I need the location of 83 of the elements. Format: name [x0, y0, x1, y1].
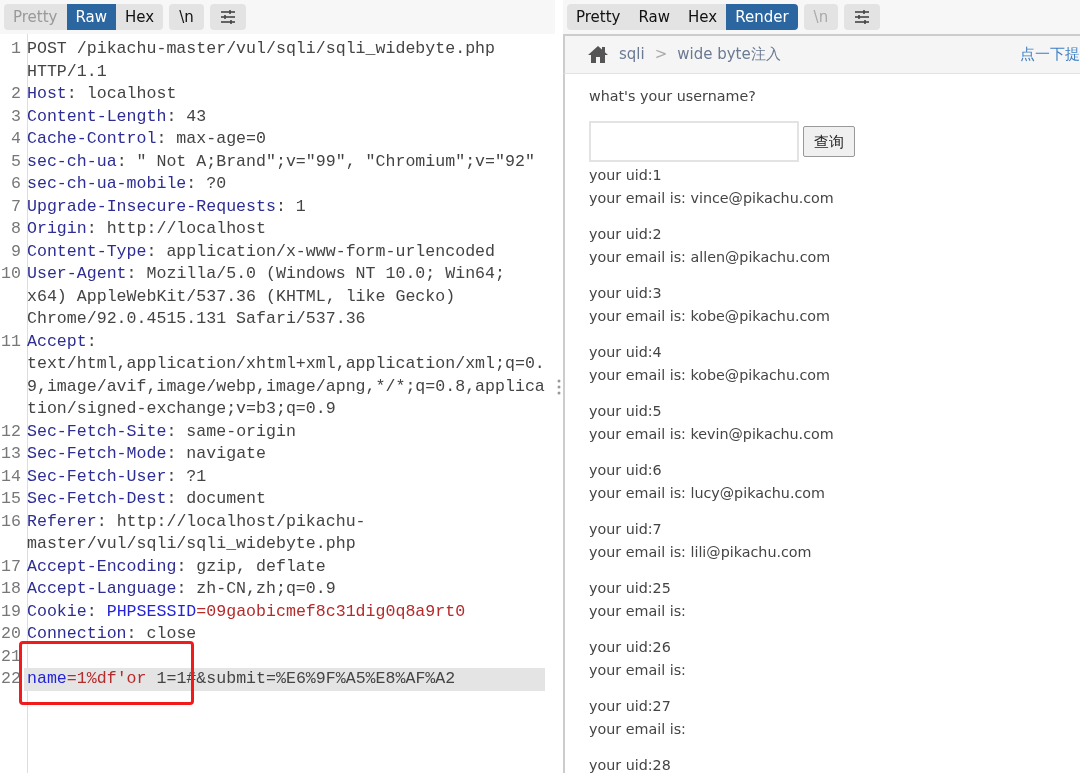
line-number: 7: [10, 195, 22, 218]
prompt-text: what's your username?: [589, 87, 757, 106]
breadcrumb-link[interactable]: sqli: [619, 43, 645, 66]
line-number: 8: [10, 218, 22, 240]
line-number: 2: [10, 83, 22, 105]
newline-toggle-button[interactable]: \n: [169, 4, 204, 30]
view-tab[interactable]: Hex: [116, 4, 164, 30]
view-tab[interactable]: Render: [726, 4, 798, 30]
code-line: Upgrade-Insecure-Requests: 1: [26, 195, 307, 218]
email-text: your email is: kobe@pikachu.com: [589, 366, 832, 386]
breadcrumb-separator: >: [654, 44, 668, 66]
line-number: 16: [0, 510, 22, 533]
line-number: 18: [0, 578, 22, 600]
view-tab[interactable]: Raw: [629, 4, 680, 30]
view-tab[interactable]: Pretty: [567, 4, 630, 30]
line-number: 9: [10, 240, 22, 263]
code-line: Sec-Fetch-User: ?1: [26, 465, 208, 488]
code-line: Accept-Language: zh-CN,zh;q=0.9: [26, 578, 337, 600]
line-number: 19: [0, 600, 22, 623]
uid-text: your uid:7: [589, 520, 663, 540]
code-line: Sec-Fetch-Mode: navigate: [26, 443, 267, 465]
menu-icon: [219, 10, 236, 24]
username-input[interactable]: [589, 121, 799, 163]
line-number: 5: [10, 150, 22, 173]
email-text: your email is:: [589, 661, 687, 681]
line-number: 1: [10, 38, 22, 60]
line-number: 4: [10, 128, 22, 150]
line-number: 11: [0, 330, 22, 353]
code-line: Cache-Control: max-age=0: [26, 128, 267, 150]
line-number: 10: [0, 263, 22, 285]
uid-text: your uid:4: [589, 343, 663, 363]
drag-handle-icon[interactable]: [557, 378, 561, 395]
query-button[interactable]: 查询: [803, 126, 855, 158]
line-number: 22: [0, 668, 22, 690]
uid-text: your uid:27: [589, 697, 672, 717]
uid-text: your uid:2: [589, 225, 663, 245]
view-tab[interactable]: Raw: [66, 4, 117, 30]
uid-text: your uid:28: [589, 756, 672, 773]
code-line: Connection: close: [26, 623, 198, 645]
email-text: your email is: allen@pikachu.com: [589, 248, 832, 268]
hint-link[interactable]: 点一下提: [1020, 43, 1080, 66]
line-number: 3: [10, 105, 22, 128]
code-line: Cookie: PHPSESSID=09gaobicmef8c31dig0q8a9rt0: [26, 600, 467, 623]
line-number: 17: [0, 555, 22, 578]
uid-text: your uid:6: [589, 461, 663, 481]
code-line: POST /pikachu-master/vul/sqli/sqli_widebyte.php HTTP/1.1: [26, 38, 497, 83]
code-line: Content-Type: application/x-www-form-urlencoded: [26, 240, 497, 263]
email-text: your email is:: [589, 720, 687, 740]
email-text: your email is: vince@pikachu.com: [589, 189, 835, 209]
line-number: 15: [0, 488, 22, 510]
code-line: Origin: http://localhost: [26, 218, 267, 240]
code-line: sec-ch-ua: " Not A;Brand";v="99", "Chromium";v="92": [26, 150, 536, 173]
email-text: your email is: lucy@pikachu.com: [589, 484, 826, 504]
uid-text: your uid:1: [589, 166, 663, 186]
line-number: 21: [0, 645, 22, 668]
breadcrumb-link[interactable]: wide byte注入: [677, 43, 781, 66]
code-line: Accept-Encoding: gzip, deflate: [26, 555, 327, 578]
code-line: sec-ch-ua-mobile: ?0: [26, 173, 228, 195]
code-line: Content-Length: 43: [26, 105, 208, 128]
home-icon[interactable]: [587, 45, 609, 64]
email-text: your email is: kobe@pikachu.com: [589, 307, 832, 327]
email-text: your email is: lili@pikachu.com: [589, 543, 813, 563]
view-tab[interactable]: Hex: [679, 4, 727, 30]
line-number: 13: [0, 443, 22, 465]
line-number: 6: [10, 173, 22, 195]
code-line: Host: localhost: [26, 83, 178, 105]
menu-button[interactable]: [844, 4, 881, 30]
email-text: your email is: kevin@pikachu.com: [589, 425, 835, 445]
code-line: Sec-Fetch-Dest: document: [26, 488, 267, 510]
code-line: Sec-Fetch-Site: same-origin: [26, 420, 297, 443]
code-line: Accept: text/html,application/xhtml+xml,application/xml;q=0.9,image/avif,image/webp,image/apng,*/*;q=0.8,application/signed-exchange;v=b3;q=0.9: [26, 330, 545, 420]
uid-text: your uid:26: [589, 638, 672, 658]
code-line: User-Agent: Mozilla/5.0 (Windows NT 10.0; Win64; x64) AppleWebKit/537.36 (KHTML, like Gecko) Chrome/92.0.4515.131 Safari/537.36: [26, 263, 506, 330]
line-number: 12: [0, 420, 22, 443]
email-text: your email is:: [589, 602, 687, 622]
uid-text: your uid:25: [589, 579, 672, 599]
line-number: 20: [0, 623, 22, 645]
menu-button[interactable]: [209, 4, 246, 30]
uid-text: your uid:3: [589, 284, 663, 304]
line-number: 14: [0, 465, 22, 488]
uid-text: your uid:5: [589, 402, 663, 422]
menu-icon: [854, 10, 871, 24]
code-line: Referer: http://localhost/pikachu-master/vul/sqli/sqli_widebyte.php: [26, 510, 367, 555]
